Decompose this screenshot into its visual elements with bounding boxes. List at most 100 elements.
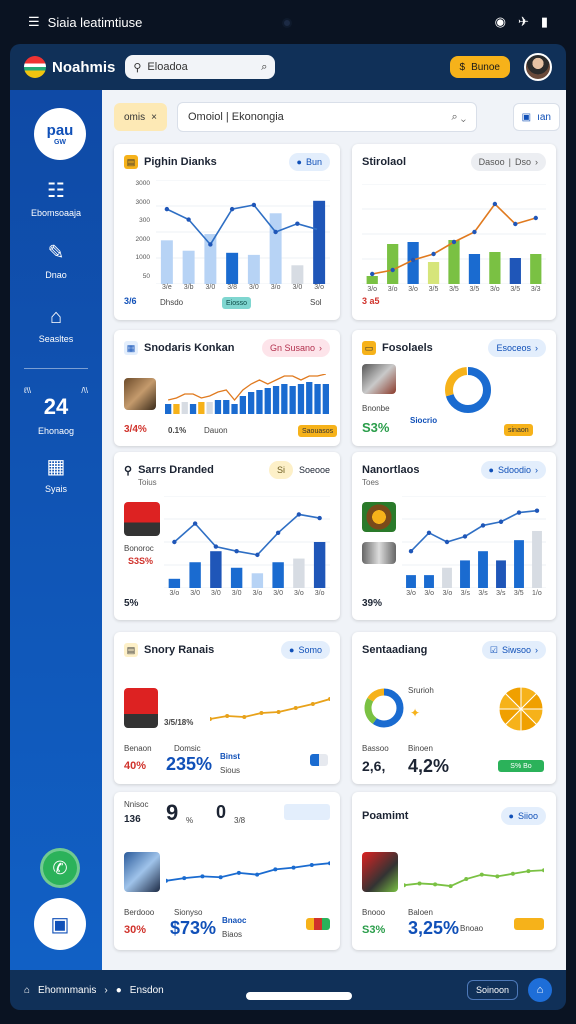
chat-button[interactable]: ▣ bbox=[34, 898, 86, 950]
card-stirolaol[interactable]: Stirolaol Dasoo | Dso › 3/o 3/o 3/o 3/5 … bbox=[352, 144, 556, 320]
card-sentaadiang[interactable]: Sentaadiang ☑ Siwsoo › Srurioh ✦ Bassoo B… bbox=[352, 632, 556, 784]
card-snodaris-konkan[interactable]: ▦ Snodaris Konkan Gn Susano › 3/4% 0.1% … bbox=[114, 330, 340, 446]
combo-chart bbox=[164, 496, 330, 588]
card-action-chip[interactable] bbox=[284, 804, 330, 820]
card-pill[interactable]: ☑ Siwsoo › bbox=[481, 641, 546, 659]
card-pill[interactable]: ● Siioo bbox=[500, 807, 546, 825]
chevron-right-icon: › bbox=[535, 645, 538, 655]
card-snory-ranais[interactable]: ▤ Snory Ranais ● Somo 3/5/18% Benaon Doms… bbox=[114, 632, 340, 784]
logo-text: pau bbox=[46, 122, 74, 139]
app-logo[interactable]: pau GW bbox=[34, 108, 86, 160]
card-sarrs-dranded[interactable]: ⚲ Sarrs Dranded Si Soeooe Toius Bonoroc … bbox=[114, 452, 340, 620]
phone-button[interactable]: ✆ bbox=[40, 848, 80, 888]
chart-point bbox=[534, 508, 540, 513]
breadcrumb-section[interactable]: Ensdon bbox=[130, 985, 164, 996]
x-tick: 3/0 bbox=[292, 284, 303, 291]
x-tick: 3/5 bbox=[449, 286, 459, 293]
chart-bar bbox=[442, 567, 452, 588]
view-toggle-button[interactable]: ▣ ıan bbox=[512, 103, 560, 131]
bottom-actions: Soinoon ⌂ bbox=[466, 978, 552, 1002]
x-tick: 3/o bbox=[367, 286, 378, 293]
coins-button[interactable]: $ Bunoe bbox=[449, 56, 510, 78]
chart-bar bbox=[448, 240, 460, 284]
food-thumbnail bbox=[124, 378, 156, 410]
card-caption-tag: Saouasos bbox=[298, 425, 338, 437]
sidebar-item-dashboard[interactable]: ☷ Ebomsoaaja bbox=[10, 180, 102, 218]
card-pill[interactable]: Si bbox=[268, 461, 293, 479]
chart-bar bbox=[289, 386, 296, 414]
chart-bar bbox=[230, 567, 243, 588]
filter-chip[interactable]: omis × bbox=[114, 103, 167, 131]
sidebar-item-dnao[interactable]: ✎ Dnao bbox=[10, 242, 102, 280]
card-label-3: Sionyso bbox=[174, 908, 203, 917]
card-pill[interactable]: Esoceos › bbox=[488, 339, 546, 357]
header-search-input[interactable]: ⚲ Eloadoa ⌕ bbox=[125, 55, 276, 79]
chart-point bbox=[229, 206, 235, 212]
chart-bar bbox=[532, 530, 542, 588]
card-pill[interactable]: ● Sdoodio › bbox=[480, 461, 546, 479]
sidebar-item-seasltes[interactable]: ⌂ Seasltes bbox=[10, 306, 102, 344]
status-pill-label: Soinoon bbox=[475, 985, 509, 995]
chart-bar bbox=[407, 242, 419, 284]
chart-point bbox=[172, 539, 177, 545]
chart-point bbox=[225, 714, 230, 718]
sidebar-item-syais[interactable]: ▦ Syais bbox=[10, 456, 102, 494]
card-pill-label-2: Soeooe bbox=[298, 465, 330, 475]
card-metrics[interactable]: Nnisoc 136 9 % 0 3/8 Berdooo Sionyso 30%… bbox=[114, 792, 340, 950]
card-tag: sinaon bbox=[504, 424, 533, 436]
chart-bar bbox=[489, 252, 501, 284]
search-icon[interactable]: ⌕ ⌄ bbox=[452, 111, 466, 124]
card-label: Benaon bbox=[124, 744, 152, 753]
card-pighin-dianks[interactable]: ▤ Pighin Dianks ● Bun 3000 3000 300 2000 … bbox=[114, 144, 340, 320]
sidebar-item-ehonaog[interactable]: 24 Ehonaog bbox=[10, 394, 102, 436]
card-label-2: Siocrio bbox=[410, 416, 438, 425]
chart-bar bbox=[297, 384, 305, 414]
home-icon[interactable]: ⌂ bbox=[24, 985, 30, 996]
card-title: Sarrs Dranded bbox=[138, 464, 214, 476]
main-search-input[interactable]: Omoiol | Ekonongia ⌕ ⌄ bbox=[176, 102, 477, 132]
card-pill[interactable]: ● Somo bbox=[281, 641, 330, 659]
store-icon: ▤ bbox=[124, 643, 138, 657]
avatar[interactable] bbox=[524, 53, 552, 81]
card-value: 2,6, bbox=[362, 758, 386, 774]
sidebar: pau GW ☷ Ebomsoaaja ✎ Dnao ⌂ Seasltes ℓ\… bbox=[10, 90, 102, 970]
chart-bar bbox=[239, 396, 246, 414]
chart-bar bbox=[496, 560, 506, 588]
chart-point bbox=[526, 869, 531, 874]
card-foot-value: 5% bbox=[124, 598, 139, 609]
card-poamimt[interactable]: Poamimt ● Siioo Bnooo Baloen S3% 3,25% Bn… bbox=[352, 792, 556, 950]
card-pill[interactable]: Dasoo | Dso › bbox=[470, 153, 546, 171]
toggle-switch[interactable] bbox=[310, 754, 328, 766]
x-tick: 3/o bbox=[270, 284, 281, 291]
y-tick: 2000 bbox=[135, 235, 150, 243]
card-pill[interactable]: Gn Susano › bbox=[261, 339, 330, 357]
x-tick: 3/0 bbox=[211, 590, 221, 597]
home-indicator[interactable] bbox=[246, 992, 352, 1000]
status-bar: ☰ Siaia leatimtiuse ◉ ✈ ▮ bbox=[0, 0, 576, 44]
menu-icon[interactable]: ☰ bbox=[28, 14, 40, 30]
card-pill-label: Siioo bbox=[517, 811, 538, 821]
chart-point bbox=[492, 201, 498, 207]
magnifier-icon[interactable]: ⌕ bbox=[261, 61, 267, 74]
camera-icon bbox=[282, 18, 292, 28]
action-button[interactable]: ⌂ bbox=[528, 978, 552, 1002]
coin-icon: $ bbox=[459, 61, 466, 73]
chart-point bbox=[310, 702, 315, 706]
card-value: 40% bbox=[124, 760, 147, 772]
card-pill[interactable]: ● Bun bbox=[288, 153, 330, 171]
calendar-icon: ▦ bbox=[124, 341, 138, 355]
card-nanortlaos[interactable]: Nanortlaos ● Sdoodio › Toes 3/o 3/o 3/o 3… bbox=[352, 452, 556, 620]
chart-bar bbox=[181, 402, 188, 414]
sidebar-item-label: Syais bbox=[44, 484, 67, 494]
home-icon: ⌂ bbox=[536, 984, 544, 996]
chart-bar bbox=[366, 276, 378, 284]
status-pill[interactable]: Soinoon bbox=[466, 980, 518, 1000]
main-search-value: Omoiol | Ekonongia bbox=[187, 111, 284, 123]
close-icon[interactable]: × bbox=[151, 112, 157, 123]
card-label: Bnonbe bbox=[362, 404, 390, 413]
card-fosolaels[interactable]: ▭ Fosolaels Esoceos › Bnonbe Siocrio S3%… bbox=[352, 330, 556, 446]
chart-point bbox=[479, 872, 484, 877]
line-chart bbox=[404, 868, 544, 889]
breadcrumb-home[interactable]: Ehomnmanis bbox=[38, 985, 96, 996]
card-title: Pighin Dianks bbox=[144, 156, 217, 168]
